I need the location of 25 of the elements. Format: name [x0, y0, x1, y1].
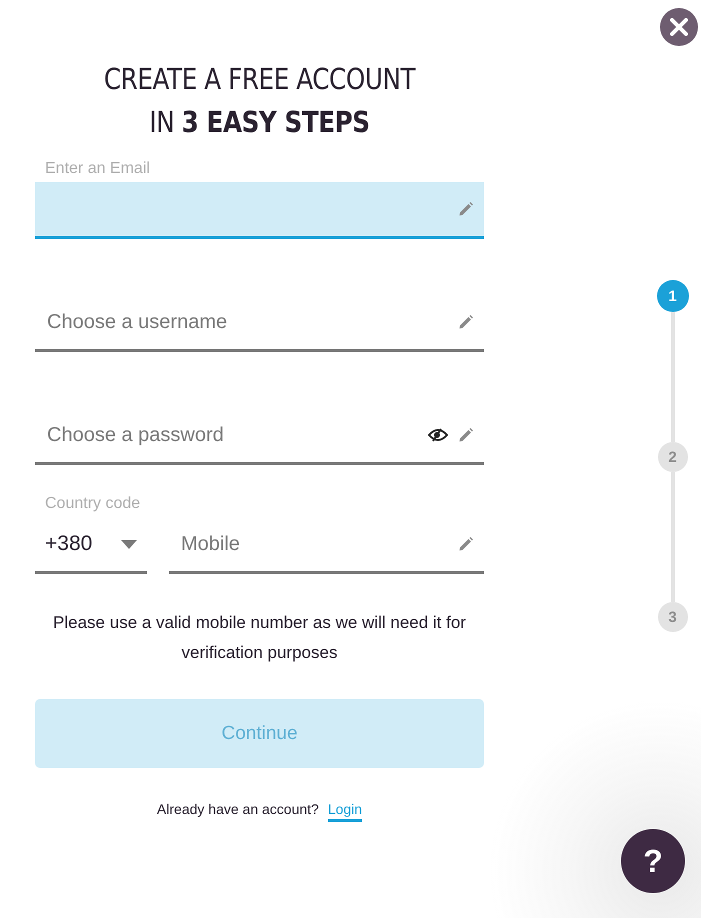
field-label: Enter an Email [45, 160, 151, 179]
close-button[interactable] [660, 8, 698, 46]
text-input[interactable]: Choose a password [45, 422, 418, 448]
step-indicator: 3 [658, 602, 688, 632]
mobile-note: Please use a valid mobile number as we will need it for verification purposes [52, 612, 467, 664]
help-button[interactable]: ? [621, 829, 685, 893]
step-indicator: 1 [656, 280, 688, 312]
page-title: CREATE A FREE ACCOUNT IN 3 EASY STEPS [102, 61, 417, 141]
input-field[interactable]: Choose a username [35, 295, 484, 352]
pencil-icon [458, 314, 474, 330]
field-label: Country code [45, 495, 142, 514]
pencil-icon [458, 536, 474, 552]
close-icon [669, 17, 689, 37]
eye-slash-icon [428, 428, 448, 442]
step-indicator: 2 [658, 442, 688, 472]
country-code-select[interactable]: +380 [35, 517, 147, 574]
text-input[interactable]: Choose a username [45, 310, 448, 334]
input-field[interactable] [35, 182, 484, 239]
input-field[interactable]: Mobile [169, 517, 484, 574]
caret-icon [121, 540, 137, 548]
input-field[interactable]: Choose a password [35, 408, 484, 465]
pencil-icon [458, 427, 474, 443]
text-input[interactable]: Mobile [179, 532, 448, 556]
login-prompt: Already have an account? [156, 801, 319, 817]
pencil-icon [458, 201, 474, 217]
